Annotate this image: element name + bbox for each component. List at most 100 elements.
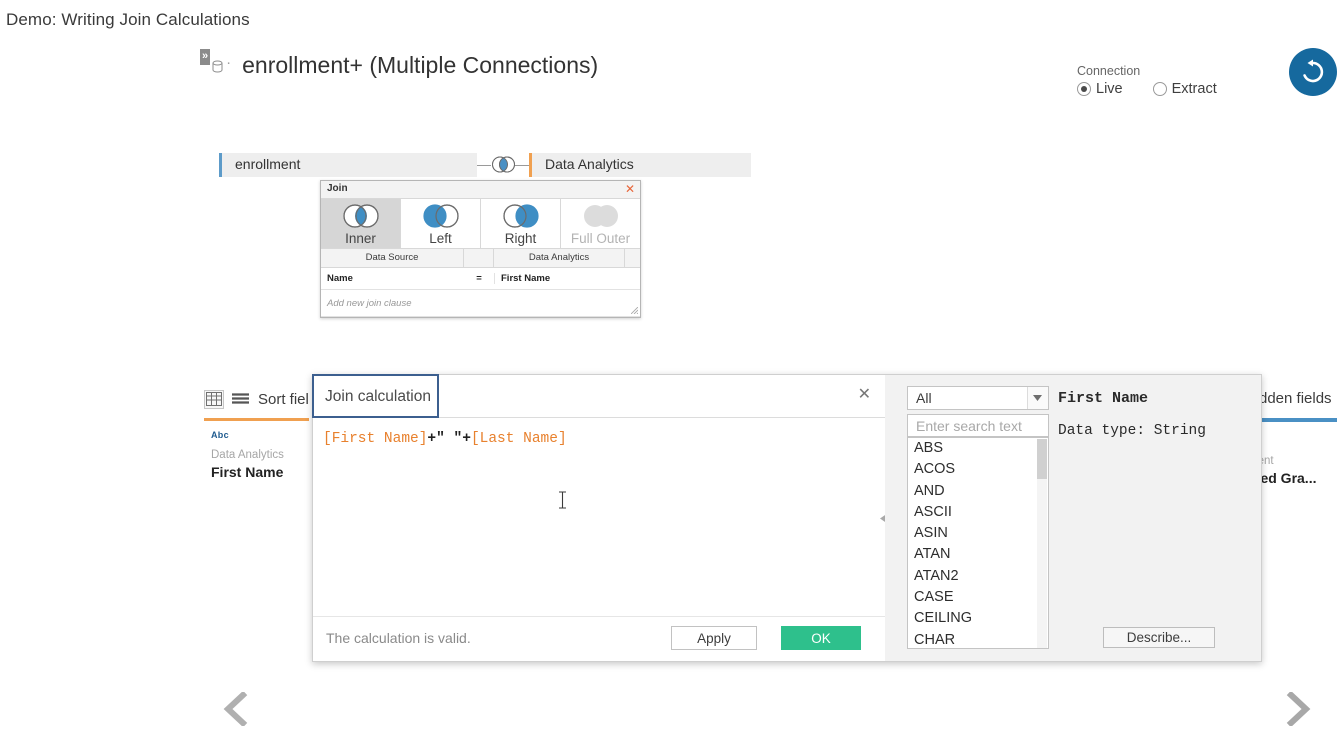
join-line-left bbox=[477, 164, 491, 166]
join-clause-col-left: Data Source bbox=[321, 249, 464, 267]
i-beam-cursor-icon bbox=[559, 491, 566, 509]
join-clause-add-row[interactable]: Add new join clause bbox=[321, 290, 640, 317]
data-source-header: » · enrollment+ (Multiple Connections) bbox=[200, 48, 599, 79]
join-popup-header: Join ✕ bbox=[321, 181, 640, 199]
radio-live-label: Live bbox=[1096, 81, 1123, 97]
dropdown-dot-icon[interactable]: · bbox=[226, 54, 231, 71]
canvas-table-data-analytics-label: Data Analytics bbox=[545, 156, 634, 172]
function-category-value: All bbox=[916, 390, 932, 406]
formula-input[interactable]: [First Name]+" "+[Last Name] bbox=[313, 419, 885, 616]
formula-token-field-first: [First Name] bbox=[323, 431, 428, 447]
radio-extract[interactable] bbox=[1152, 82, 1167, 96]
venn-inner-join-icon[interactable] bbox=[491, 156, 516, 173]
apply-button[interactable]: Apply bbox=[671, 626, 757, 650]
join-type-inner-label: Inner bbox=[345, 231, 376, 246]
join-clause-row[interactable]: Name = First Name bbox=[321, 268, 640, 290]
join-clause-col-end bbox=[625, 249, 640, 267]
chevron-right-icon bbox=[1286, 692, 1311, 726]
venn-full-outer-icon bbox=[583, 205, 618, 227]
join-clause-right-field[interactable]: First Name bbox=[494, 273, 625, 284]
sort-fields-label[interactable]: Sort fiel bbox=[258, 391, 309, 408]
function-detail-title: First Name bbox=[1058, 390, 1149, 407]
canvas-table-enrollment[interactable]: enrollment bbox=[219, 153, 477, 177]
list-item[interactable]: ASCII bbox=[908, 502, 1048, 523]
list-item[interactable]: AND bbox=[908, 481, 1048, 502]
refresh-button[interactable] bbox=[1289, 48, 1337, 96]
canvas-table-data-analytics[interactable]: Data Analytics bbox=[529, 153, 751, 177]
describe-button[interactable]: Describe... bbox=[1103, 627, 1215, 648]
function-search-input[interactable]: Enter search text bbox=[907, 414, 1049, 437]
join-clause-header: Data Source Data Analytics bbox=[321, 249, 640, 268]
venn-left-icon bbox=[422, 204, 459, 228]
join-clause-operator[interactable]: = bbox=[464, 273, 494, 284]
canvas-table-enrollment-label: enrollment bbox=[235, 156, 301, 172]
function-list[interactable]: ABS ACOS AND ASCII ASIN ATAN ATAN2 CASE … bbox=[907, 437, 1049, 649]
join-type-left[interactable]: Left bbox=[401, 199, 481, 248]
grid-view-icon[interactable] bbox=[204, 390, 224, 409]
close-icon[interactable]: ✕ bbox=[858, 386, 871, 404]
formula-token-plus-1: + bbox=[427, 431, 437, 447]
calculation-tab-bar: ✕ bbox=[439, 375, 885, 418]
join-type-right-label: Right bbox=[504, 231, 537, 246]
list-item[interactable]: ACOS bbox=[908, 459, 1048, 480]
join-link[interactable] bbox=[477, 153, 529, 177]
column-name-label: First Name bbox=[211, 464, 284, 480]
connection-panel: Connection Live Extract bbox=[1077, 64, 1247, 97]
grid-toolbar: Sort fiel bbox=[204, 390, 309, 409]
list-item[interactable]: CASE bbox=[908, 587, 1048, 608]
join-type-full-outer[interactable]: Full Outer bbox=[561, 199, 640, 248]
data-source-name: enrollment+ (Multiple Connections) bbox=[242, 52, 599, 78]
venn-inner-icon bbox=[342, 204, 379, 228]
slide-canvas: Demo: Writing Join Calculations » · enro… bbox=[0, 0, 1337, 741]
join-canvas: enrollment Data Analytics bbox=[219, 153, 751, 177]
calculation-tab[interactable]: Join calculation bbox=[312, 374, 439, 418]
join-type-left-label: Left bbox=[429, 231, 452, 246]
list-item[interactable]: ASIN bbox=[908, 523, 1048, 544]
next-slide-button[interactable] bbox=[1268, 678, 1328, 740]
column-source-label: Data Analytics bbox=[211, 449, 284, 461]
list-item[interactable]: CEILING bbox=[908, 608, 1048, 629]
function-list-scrollbar-thumb[interactable] bbox=[1037, 439, 1047, 479]
list-item[interactable]: CHAR bbox=[908, 630, 1048, 648]
join-clause-col-op bbox=[464, 249, 494, 267]
grid-column-first-name[interactable]: Abc Data Analytics First Name bbox=[204, 418, 309, 480]
function-detail-datatype: Data type: String bbox=[1058, 423, 1206, 439]
function-category-select[interactable]: All bbox=[907, 386, 1049, 410]
join-type-right[interactable]: Right bbox=[481, 199, 561, 248]
prev-slide-button[interactable] bbox=[206, 678, 266, 740]
hidden-fields-label[interactable]: dden fields bbox=[1259, 390, 1332, 407]
list-item[interactable]: ATAN2 bbox=[908, 566, 1048, 587]
venn-right-icon bbox=[502, 204, 539, 228]
list-item[interactable]: ATAN bbox=[908, 544, 1048, 565]
formula-token-string: " " bbox=[436, 431, 463, 447]
formula-token-plus-2: + bbox=[462, 431, 471, 447]
function-search-placeholder: Enter search text bbox=[916, 418, 1022, 434]
calculation-status-text: The calculation is valid. bbox=[326, 630, 471, 646]
connection-label: Connection bbox=[1077, 64, 1141, 78]
join-clause-left-field[interactable]: Name bbox=[321, 273, 464, 284]
radio-live[interactable] bbox=[1077, 82, 1091, 96]
ok-button[interactable]: OK bbox=[781, 626, 861, 650]
close-icon[interactable]: ✕ bbox=[625, 182, 635, 196]
column-type-tag: Abc bbox=[211, 430, 229, 440]
chevron-down-icon[interactable] bbox=[1027, 387, 1048, 409]
page-title: Demo: Writing Join Calculations bbox=[6, 10, 250, 29]
join-type-full-outer-label: Full Outer bbox=[570, 231, 631, 246]
list-item[interactable]: ABS bbox=[908, 438, 1048, 459]
calculation-footer: The calculation is valid. Apply OK bbox=[313, 616, 885, 661]
connection-option-extract[interactable]: Extract bbox=[1152, 81, 1217, 97]
radio-extract-label: Extract bbox=[1171, 81, 1217, 97]
join-type-inner[interactable]: Inner bbox=[321, 199, 401, 248]
join-clause-add-placeholder: Add new join clause bbox=[327, 297, 412, 309]
double-chevron-right-icon[interactable]: » bbox=[200, 48, 211, 65]
join-clause-col-right: Data Analytics bbox=[494, 249, 625, 267]
function-reference-pane: All Enter search text ABS ACOS AND ASCII… bbox=[885, 375, 1261, 661]
database-icon bbox=[212, 60, 223, 73]
connection-option-live[interactable]: Live bbox=[1077, 81, 1123, 97]
join-type-selector: Inner Left Right Full Outer bbox=[321, 199, 640, 249]
join-calculation-dialog: ✕ Join calculation [First Name]+" "+[Las… bbox=[312, 374, 1262, 662]
list-view-icon[interactable] bbox=[231, 390, 251, 409]
calculation-editor-pane: ✕ Join calculation [First Name]+" "+[Las… bbox=[312, 374, 888, 661]
chevron-left-icon bbox=[223, 692, 248, 726]
resize-grip-icon[interactable] bbox=[631, 307, 638, 314]
